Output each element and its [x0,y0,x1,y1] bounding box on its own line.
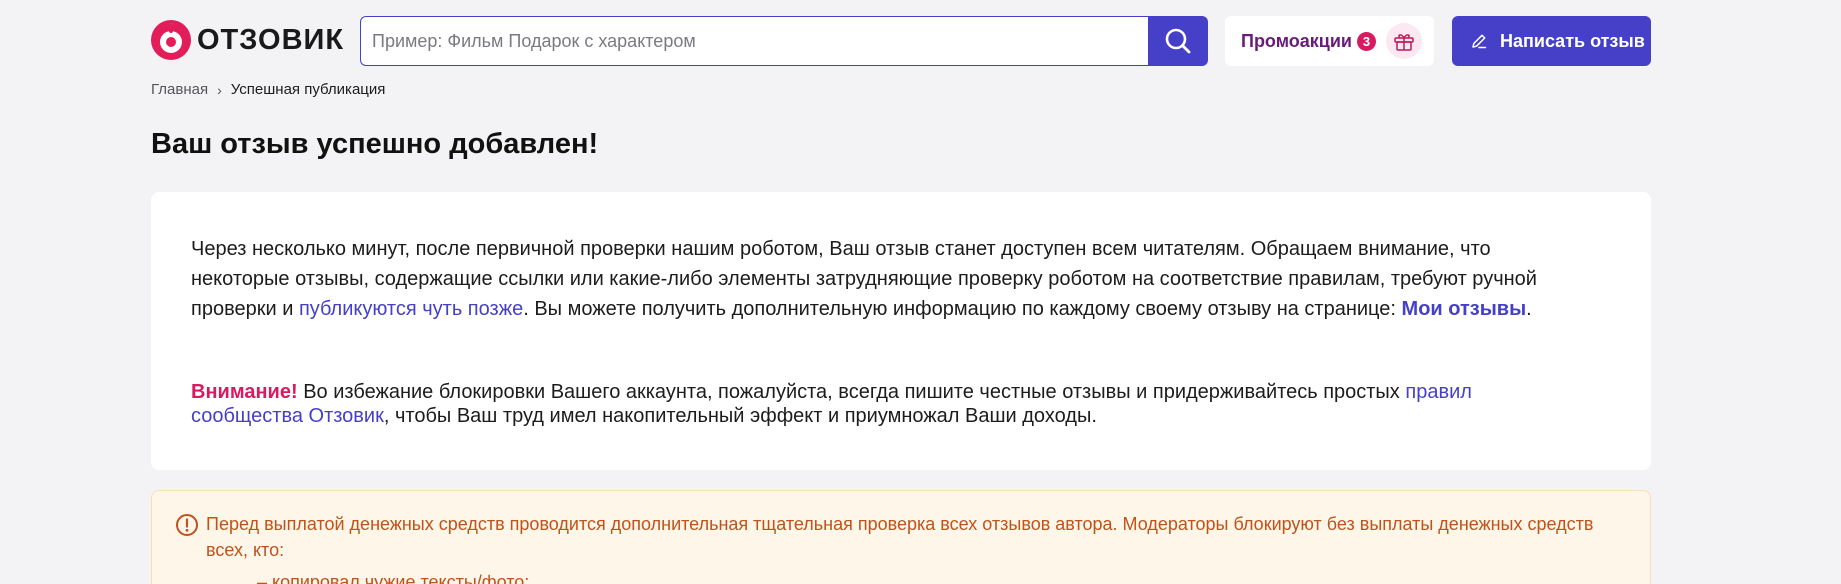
breadcrumb: Главная › Успешная публикация [151,81,385,98]
pencil-icon [1472,34,1487,49]
alert-text: Перед выплатой денежных средств проводит… [206,514,1594,560]
moderation-alert: Перед выплатой денежных средств проводит… [151,490,1651,584]
warning-paragraph: Внимание! Во избежание блокировки Вашего… [191,380,1581,428]
write-review-button[interactable]: Написать отзыв [1452,16,1651,66]
warning-text: , чтобы Ваш труд имел накопительный эффе… [383,405,1097,427]
breadcrumb-separator: › [217,81,222,98]
gift-icon [1386,23,1422,59]
promo-button[interactable]: Промоакции 3 [1225,16,1434,66]
search-icon [1165,28,1191,54]
page-title: Ваш отзыв успешно добавлен! [151,128,599,160]
info-text: . Вы можете получить дополнительную инфо… [523,298,1402,320]
write-review-label: Написать отзыв [1500,30,1645,51]
logo-icon [151,20,191,60]
logo[interactable]: ОТЗОВИК [151,20,344,60]
my-reviews-link[interactable]: Мои отзывы [1402,298,1527,320]
info-text: . [1526,298,1532,320]
info-paragraph: Через несколько минут, после первичной п… [191,234,1581,324]
success-message-card: Через несколько минут, после первичной п… [151,192,1651,470]
published-later-link[interactable]: публикуются чуть позже [299,298,523,320]
search-button[interactable] [1148,16,1208,66]
alert-list-item: – копировал чужие тексты/фото; [257,572,530,584]
promo-label: Промоакции [1241,30,1352,51]
exclamation-circle-icon [176,514,198,536]
breadcrumb-home-link[interactable]: Главная [151,81,208,98]
promo-count-badge: 3 [1356,31,1376,51]
search-input[interactable] [360,16,1148,66]
warning-text: Во избежание блокировки Вашего аккаунта,… [297,381,1406,403]
warning-label: Внимание! [191,381,298,403]
breadcrumb-current: Успешная публикация [230,81,386,98]
search-bar [360,16,1208,66]
logo-text: ОТЗОВИК [197,23,345,56]
page: ОТЗОВИК Промоакции 3 [0,0,1841,584]
